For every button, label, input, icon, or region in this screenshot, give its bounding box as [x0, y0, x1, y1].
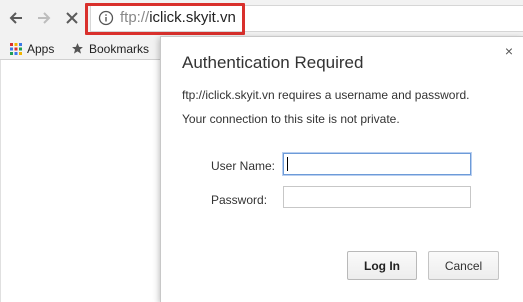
password-field[interactable]	[283, 186, 471, 208]
dialog-title: Authentication Required	[182, 53, 364, 72]
dialog-message: ftp://iclick.skyit.vn requires a usernam…	[182, 88, 470, 102]
url-highlight-box	[85, 3, 245, 35]
username-label: User Name:	[211, 159, 276, 173]
browser-toolbar: ftp://iclick.skyit.vn	[0, 0, 523, 38]
privacy-notice: Your connection to this site is not priv…	[182, 112, 400, 126]
back-button[interactable]	[6, 8, 26, 28]
password-label: Password:	[211, 193, 268, 207]
close-icon	[66, 12, 78, 24]
star-icon	[72, 43, 83, 54]
login-button[interactable]: Log In	[347, 251, 417, 280]
username-field[interactable]	[283, 153, 471, 175]
auth-dialog: Authentication Required × ftp://iclick.s…	[160, 36, 523, 302]
close-icon[interactable]: ×	[505, 44, 513, 58]
arrow-left-icon	[9, 12, 22, 24]
bookmark-label: Apps	[27, 41, 55, 56]
arrow-right-icon	[38, 12, 51, 24]
page-edge	[0, 60, 1, 302]
forward-button[interactable]	[34, 8, 54, 28]
stop-button[interactable]	[62, 8, 82, 28]
text-cursor	[287, 157, 288, 171]
cancel-button[interactable]: Cancel	[428, 251, 499, 280]
bookmark-bookmarks[interactable]: Bookmarks	[71, 40, 149, 57]
apps-grid-icon	[10, 42, 22, 55]
bookmark-apps[interactable]: Apps	[10, 40, 54, 57]
bookmark-label: Bookmarks	[89, 41, 150, 56]
